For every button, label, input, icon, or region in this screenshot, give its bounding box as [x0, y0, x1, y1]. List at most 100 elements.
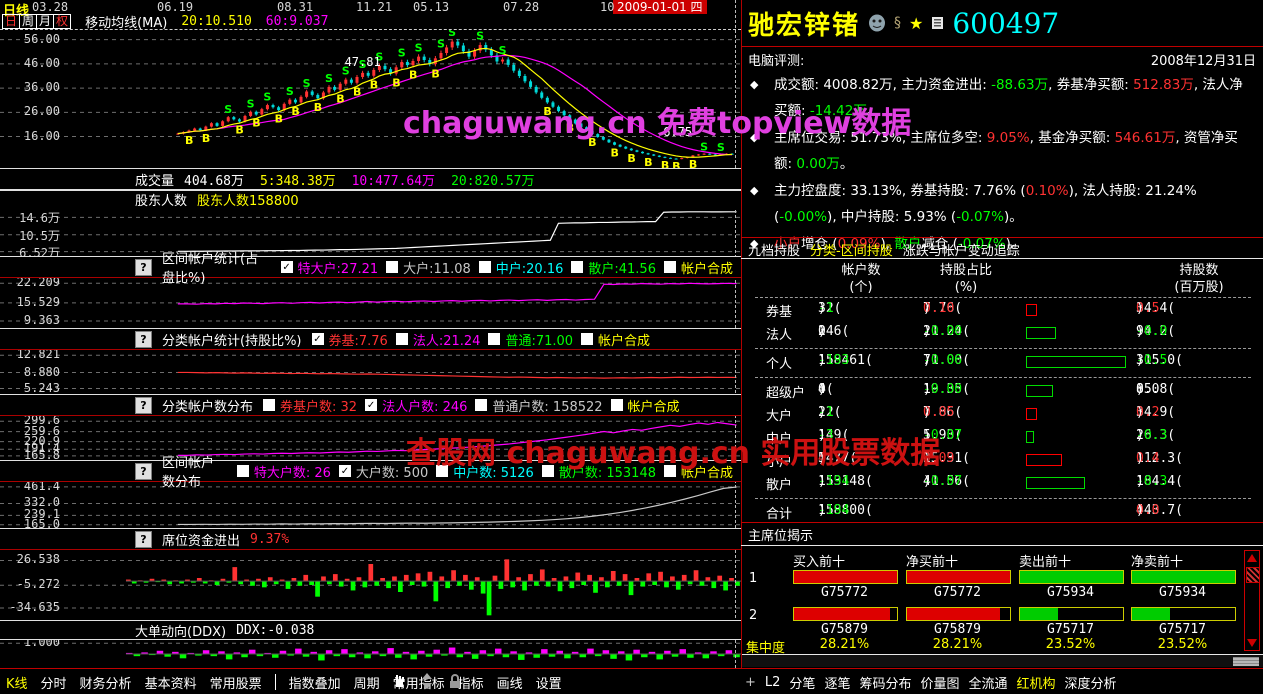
period-tab-权[interactable]: 权: [54, 15, 70, 28]
svg-text:B: B: [672, 160, 680, 168]
axis-tick: 26.00: [23, 104, 60, 119]
toolbar-tab-全流通[interactable]: 全流通: [968, 673, 1007, 692]
seat-name: G75879: [821, 622, 868, 637]
checkbox-checked[interactable]: ✓: [338, 465, 351, 477]
legend-item: ✓ 法人户数: 246: [365, 396, 467, 415]
toolbar-tab-设置[interactable]: 设置: [536, 673, 562, 692]
interval-account-count-chart[interactable]: 461.4 332.0 239.1 165.0: [0, 479, 741, 531]
legend: ✓ 特大户:27.21 大户:11.08 中户:20.16 散户:41.56 帐户合成: [280, 258, 741, 277]
checkbox-checked[interactable]: ✓: [311, 333, 324, 345]
svg-text:S: S: [303, 77, 311, 90]
ddx-chart[interactable]: 1.000: [0, 635, 741, 668]
svg-text:B: B: [235, 124, 243, 137]
checkbox-unchecked[interactable]: [571, 261, 584, 273]
checkbox-unchecked[interactable]: [395, 333, 408, 345]
toolbar-tab-基本资料[interactable]: 基本资料: [145, 673, 197, 692]
toolbar-tab-周期[interactable]: 周期: [354, 673, 380, 692]
divider: [741, 46, 1263, 47]
help-icon[interactable]: ?: [135, 258, 152, 276]
shareholders-chart-panel[interactable]: 14.6万 10.5万 6.52万: [0, 208, 741, 260]
checkbox-unchecked[interactable]: [581, 333, 594, 345]
svg-text:B: B: [431, 67, 439, 80]
toolbar-tab-筹码分布[interactable]: 筹码分布: [859, 673, 911, 692]
toolbar-tab-L2[interactable]: L2: [765, 675, 781, 690]
checkbox-checked[interactable]: ✓: [280, 261, 293, 273]
row-name: 个人: [766, 357, 793, 372]
holding-pct-bar: [1026, 304, 1037, 316]
main-seats-panel: 主席位揭示 集中度 1 2 买入前十 G75772 G75879 28.21% 净买前十 G7…: [741, 525, 1263, 656]
ma20-value: 20:10.510: [181, 14, 252, 29]
checkbox-unchecked[interactable]: [386, 261, 399, 273]
toolbar-tab-红机构[interactable]: 红机构: [1017, 673, 1056, 692]
scroll-down-arrow[interactable]: [1247, 639, 1257, 647]
holding-pct-bar: [1026, 408, 1038, 420]
panel-title: 分类帐户统计(持股比%): [162, 333, 302, 349]
seat-row-label: 1: [749, 571, 758, 586]
shareholders-label: 股东人数: [135, 194, 188, 209]
vertical-scrollbar[interactable]: [1244, 550, 1260, 651]
legend-item: 散户:41.56: [571, 258, 656, 277]
toolbar-tab-深度分析[interactable]: 深度分析: [1065, 673, 1117, 692]
panel-title: 大单动向(DDX): [135, 624, 227, 640]
help-icon[interactable]: ?: [135, 462, 152, 480]
toolbar-tab-指数叠加[interactable]: 指数叠加: [289, 673, 341, 692]
checkbox-unchecked[interactable]: [488, 333, 501, 345]
svg-text:B: B: [336, 93, 344, 106]
axis-tick: 9.363: [23, 313, 60, 328]
checkbox-unchecked[interactable]: [475, 399, 488, 411]
hscroll-thumb[interactable]: [1233, 657, 1259, 666]
scroll-up-arrow[interactable]: [1247, 554, 1257, 562]
toolbar-tab-财务分析[interactable]: 财务分析: [80, 673, 132, 692]
checkbox-checked[interactable]: ✓: [365, 399, 378, 411]
svg-text:B: B: [627, 152, 635, 165]
updown-icon[interactable]: [421, 673, 433, 693]
period-tab-日[interactable]: 日: [3, 15, 21, 28]
checkbox-unchecked[interactable]: [236, 465, 249, 477]
help-icon[interactable]: ?: [135, 330, 152, 348]
legend-label: 普通:71.00: [505, 333, 574, 349]
toolbar-tab-+[interactable]: +: [745, 675, 756, 690]
svg-text:B: B: [202, 132, 210, 145]
toolbar-tab-价量图[interactable]: 价量图: [920, 673, 959, 692]
help-icon[interactable]: ?: [135, 396, 152, 414]
toolbar-tab-画线[interactable]: 画线: [497, 673, 523, 692]
checkbox-unchecked[interactable]: [663, 261, 676, 273]
seat-volume-bar: [1019, 607, 1124, 621]
seat-column-header: 买入前十: [793, 555, 846, 570]
legend-label: 帐户合成: [680, 261, 733, 277]
volume-ma-value: 5:348.38万: [259, 173, 336, 189]
checkbox-unchecked[interactable]: [478, 261, 491, 273]
ma60-value: 60:9.037: [265, 14, 329, 29]
toolbar-tab-K线[interactable]: K线: [6, 673, 28, 692]
p4-plot: [0, 486, 741, 526]
legend-item: 券基户数: 32: [263, 396, 357, 415]
legend-label: 法人户数: 246: [382, 399, 468, 415]
scroll-thumb[interactable]: [1246, 567, 1260, 583]
checkbox-unchecked[interactable]: [263, 399, 276, 411]
help-icon[interactable]: ?: [135, 530, 152, 548]
panel-header-class-account-pct: ? 分类帐户统计(持股比%) ✓ 券基:7.76 法人:21.24 普通:71.00 帐…: [0, 328, 741, 350]
svg-text:S: S: [437, 38, 445, 51]
period-tab-周[interactable]: 周: [20, 15, 38, 28]
row-name: 散户: [766, 478, 793, 493]
period-tab-月[interactable]: 月: [37, 15, 55, 28]
period-tab-group: 日周月权: [2, 14, 72, 29]
row-name: 合计: [766, 507, 793, 522]
toolbar-tab-分笔[interactable]: 分笔: [789, 673, 815, 692]
svg-text:B: B: [661, 159, 669, 168]
horizontal-scrollbar[interactable]: [742, 654, 1263, 667]
toolbar-tab-常用股票[interactable]: 常用股票: [210, 673, 262, 692]
toolbar-tab-分时[interactable]: 分时: [41, 673, 67, 692]
volume-ma-value: 20:820.57万: [451, 173, 535, 189]
interval-account-pct-chart[interactable]: 22.209 15.529 9.363: [0, 275, 741, 328]
seat-volume-bar: [793, 607, 898, 621]
toolbar-tab-逐笔[interactable]: 逐笔: [824, 673, 850, 692]
svg-text:B: B: [275, 112, 283, 125]
lock-icon[interactable]: [448, 673, 462, 693]
seat-name: G75717: [1047, 622, 1094, 637]
class-account-pct-chart[interactable]: 12.821 8.880 5.243: [0, 347, 741, 395]
checkbox-unchecked[interactable]: [610, 399, 623, 411]
hand-icon[interactable]: [392, 674, 406, 693]
p5-plot: [0, 559, 741, 616]
seat-funds-chart[interactable]: 26.538 -5.272 -34.635: [0, 550, 741, 620]
